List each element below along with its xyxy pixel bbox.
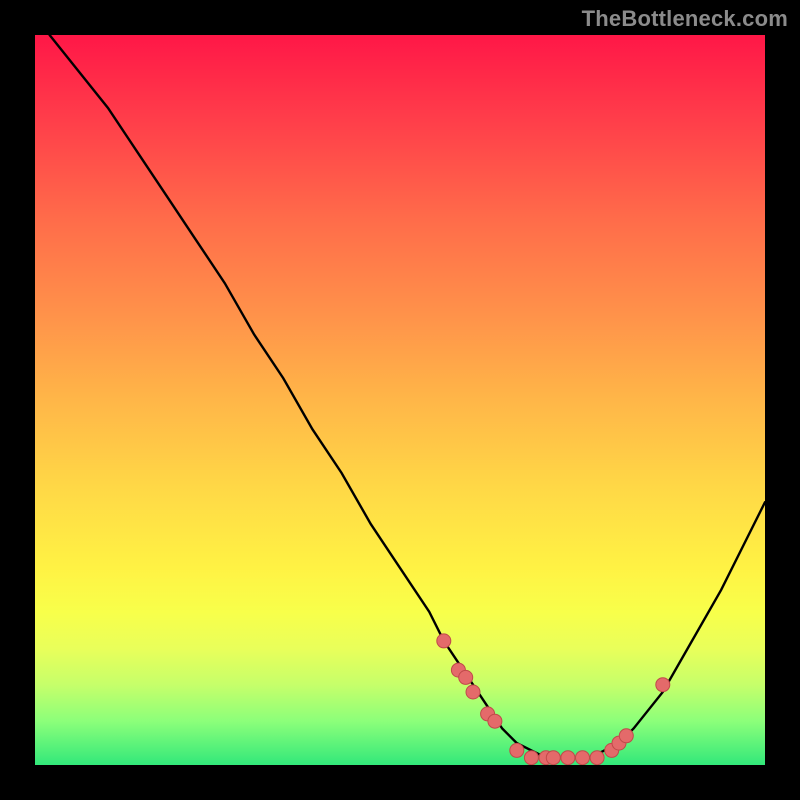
data-marker — [576, 751, 590, 765]
data-marker — [619, 729, 633, 743]
data-marker — [656, 678, 670, 692]
data-marker — [459, 670, 473, 684]
marker-group — [437, 634, 670, 765]
watermark-text: TheBottleneck.com — [582, 6, 788, 32]
data-marker — [488, 714, 502, 728]
data-marker — [437, 634, 451, 648]
gradient-plot-area — [35, 35, 765, 765]
data-marker — [524, 751, 538, 765]
outer-frame: TheBottleneck.com — [0, 0, 800, 800]
data-marker — [590, 751, 604, 765]
data-marker — [561, 751, 575, 765]
curve-layer — [35, 35, 765, 765]
data-marker — [546, 751, 560, 765]
data-marker — [510, 743, 524, 757]
bottleneck-curve — [50, 35, 765, 758]
data-marker — [466, 685, 480, 699]
